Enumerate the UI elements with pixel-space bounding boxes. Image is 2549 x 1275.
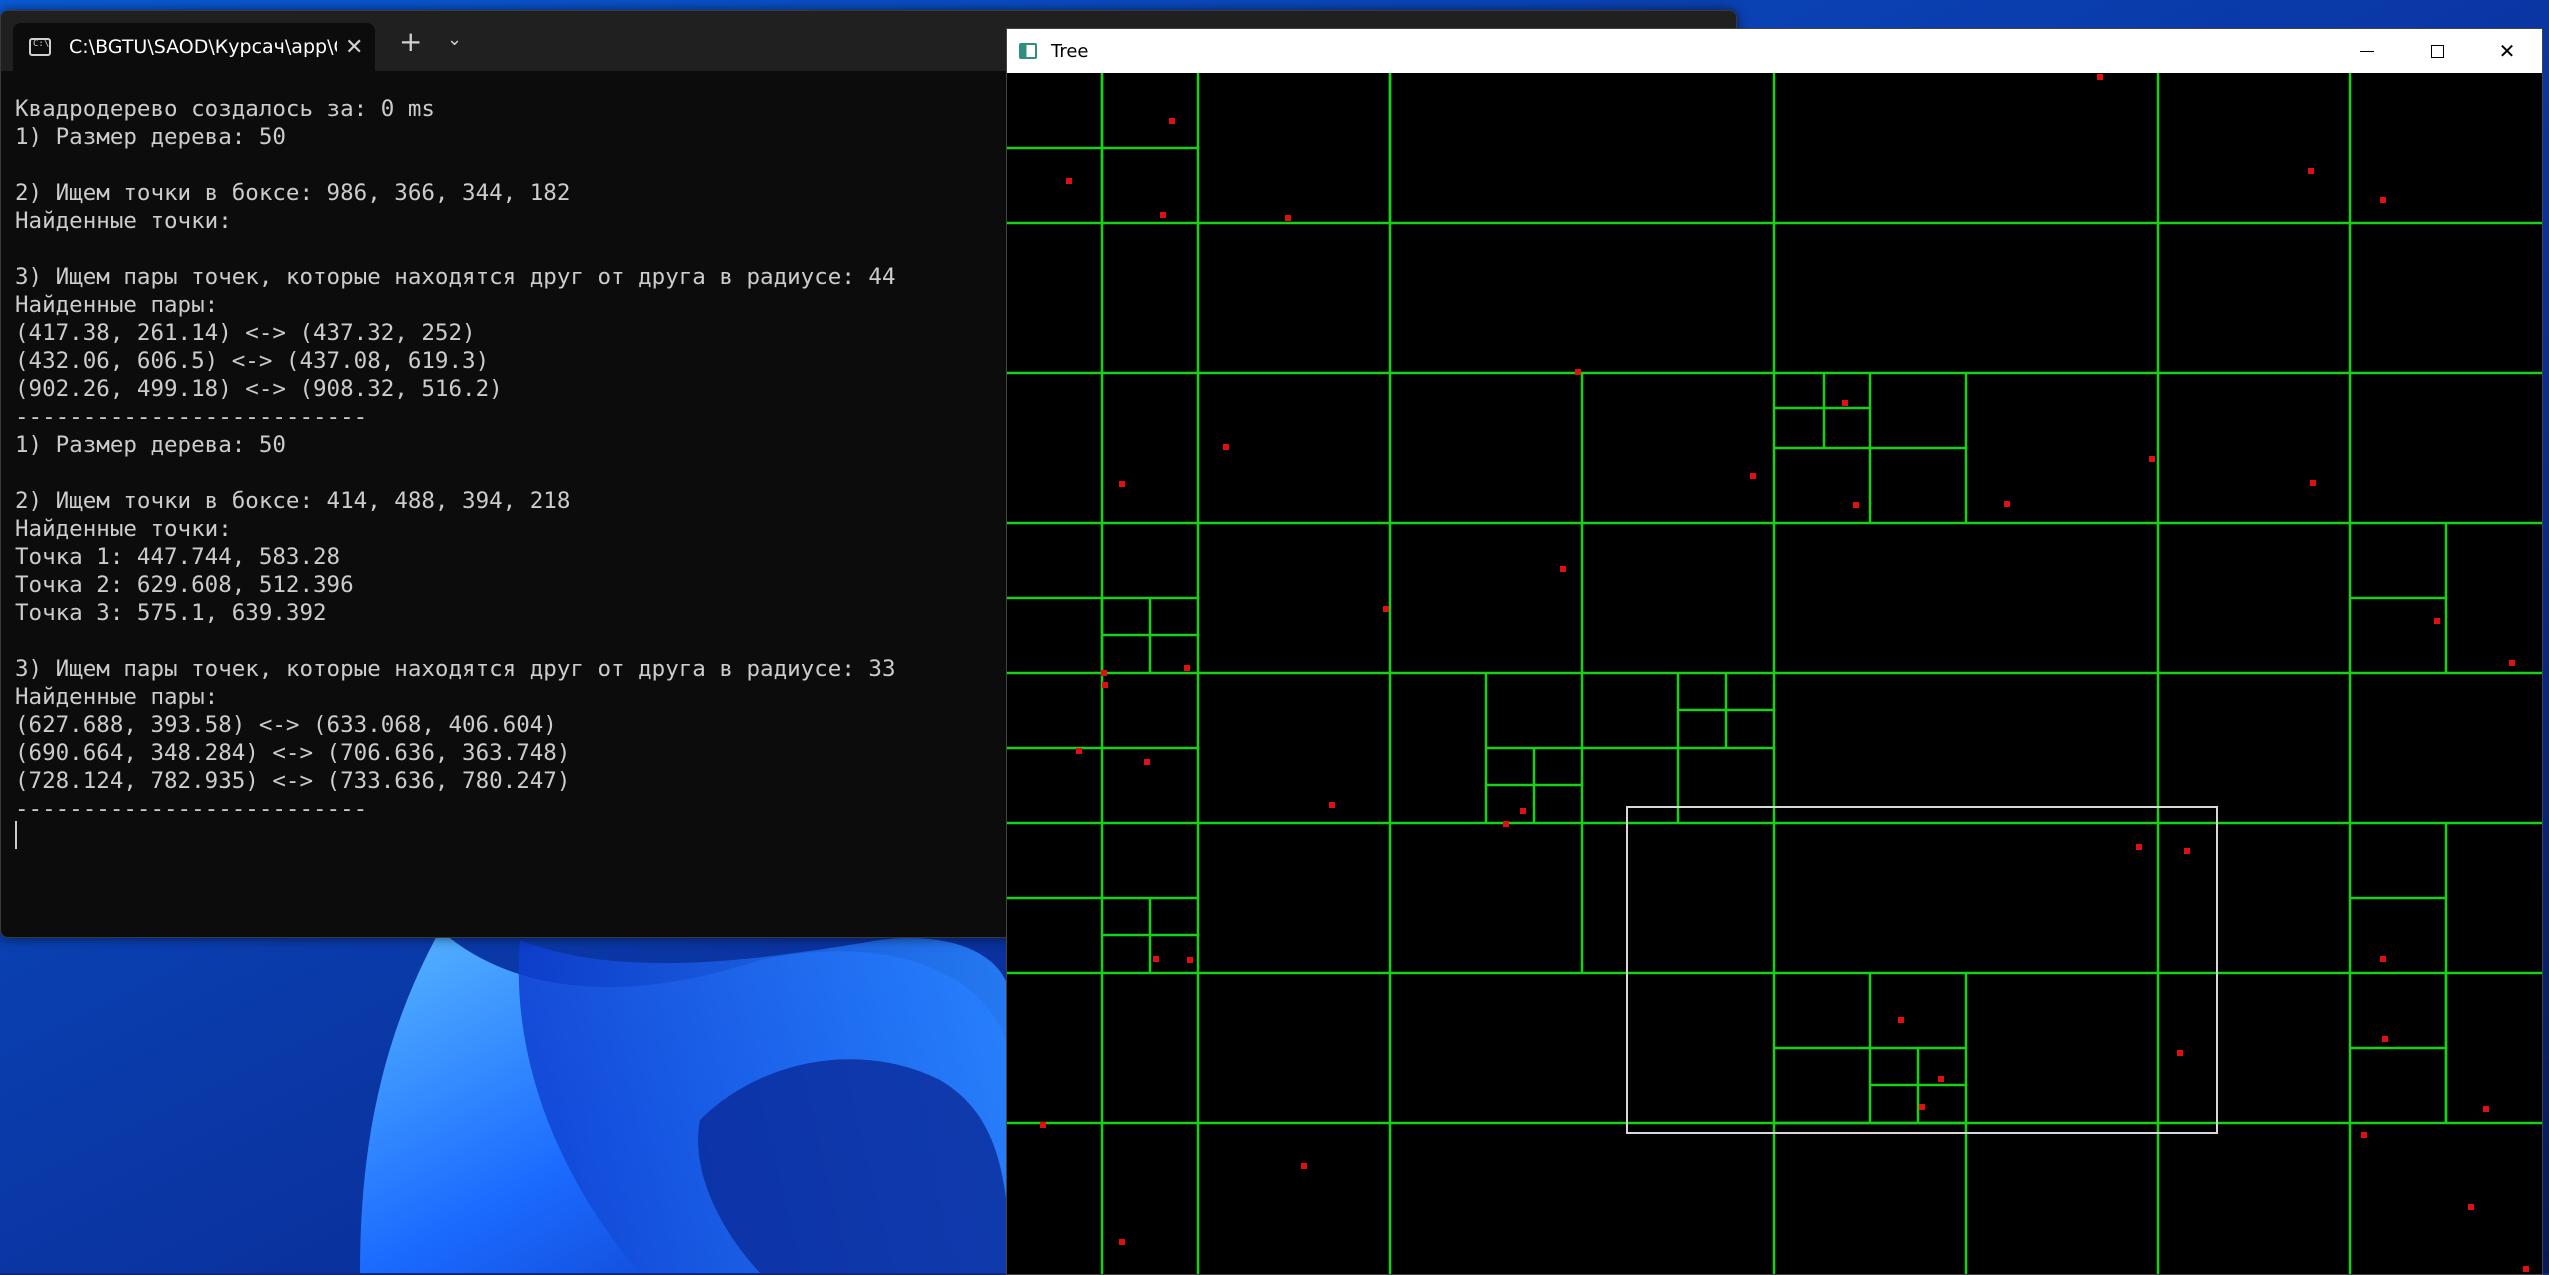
tree-point <box>1101 670 1107 676</box>
tree-point <box>2380 197 2386 203</box>
tree-window-titlebar[interactable]: Tree ✕ <box>1007 29 2542 73</box>
tree-point <box>1119 481 1125 487</box>
app-window-icon <box>1019 43 1037 59</box>
tree-point <box>1520 808 1526 814</box>
tree-point <box>1102 682 1108 688</box>
tree-point <box>2149 456 2155 462</box>
tree-point <box>2177 1050 2183 1056</box>
tree-point <box>1301 1163 1307 1169</box>
tree-point <box>2361 1132 2367 1138</box>
tree-window[interactable]: Tree ✕ <box>1006 28 2543 1275</box>
terminal-tab[interactable]: C:\BGTU\SAOD\Курсач\app\C ✕ <box>13 23 375 71</box>
tree-point <box>1187 957 1193 963</box>
tree-point <box>1144 759 1150 765</box>
tree-point <box>1750 473 1756 479</box>
close-tab-icon[interactable]: ✕ <box>345 35 363 60</box>
tree-point <box>1938 1076 1944 1082</box>
tree-point <box>1169 118 1175 124</box>
terminal-icon <box>29 38 51 56</box>
minimize-button[interactable] <box>2332 29 2402 73</box>
tree-point <box>1503 821 1509 827</box>
tree-point <box>1285 215 1291 221</box>
tree-point <box>2136 844 2142 850</box>
tree-point <box>1119 1239 1125 1245</box>
close-button[interactable]: ✕ <box>2472 29 2542 73</box>
tree-point <box>1560 566 1566 572</box>
tree-point <box>2097 74 2103 80</box>
tree-point <box>1919 1104 1925 1110</box>
tree-point <box>2483 1106 2489 1112</box>
tree-point <box>2310 480 2316 486</box>
tab-dropdown-chevron-icon[interactable]: ⌄ <box>447 29 462 50</box>
tree-point <box>1853 502 1859 508</box>
tree-point <box>1329 802 1335 808</box>
tree-point <box>1076 748 1082 754</box>
tree-point <box>2004 501 2010 507</box>
tree-point <box>1842 400 1848 406</box>
tree-point <box>2380 956 2386 962</box>
tree-point <box>2382 1036 2388 1042</box>
tree-point <box>1383 606 1389 612</box>
tree-point <box>1184 665 1190 671</box>
tree-point <box>1223 444 1229 450</box>
maximize-button[interactable] <box>2402 29 2472 73</box>
tree-point <box>2308 168 2314 174</box>
tree-point <box>1160 212 1166 218</box>
tree-point <box>2523 1266 2529 1272</box>
tree-point <box>2468 1204 2474 1210</box>
tree-window-title: Tree <box>1051 40 1089 62</box>
tree-point <box>1575 369 1581 375</box>
tree-point <box>2184 848 2190 854</box>
tree-point <box>1153 956 1159 962</box>
quadtree-canvas[interactable] <box>1007 73 2542 1274</box>
tree-point <box>2509 660 2515 666</box>
tree-point <box>1040 1122 1046 1128</box>
tree-point <box>1066 178 1072 184</box>
terminal-cursor <box>15 821 17 849</box>
tree-point <box>1898 1017 1904 1023</box>
new-tab-button[interactable]: + <box>399 28 422 56</box>
tree-point <box>2434 618 2440 624</box>
terminal-tab-title: C:\BGTU\SAOD\Курсач\app\C <box>69 36 337 58</box>
